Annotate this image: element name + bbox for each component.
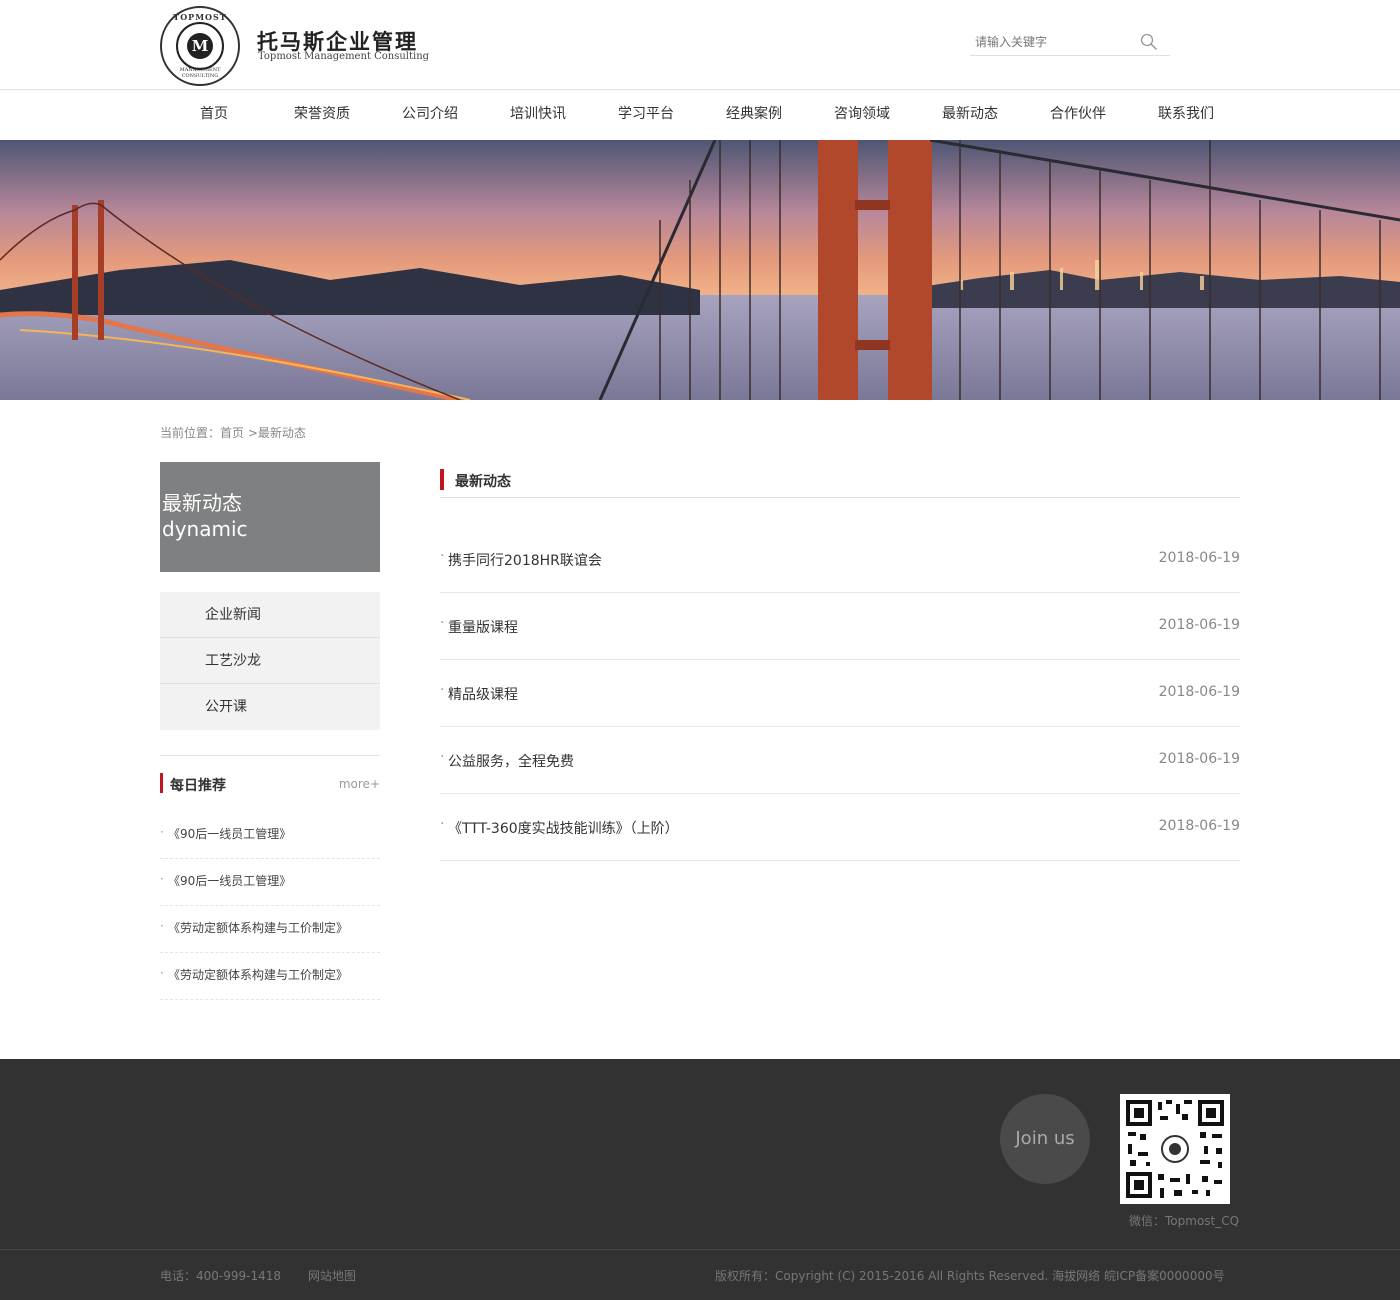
recommend-item[interactable]: 《劳动定额体系构建与工价制定》 (160, 951, 380, 1000)
search-icon[interactable] (1140, 33, 1158, 51)
sidebar-menu: 企业新闻 工艺沙龙 公开课 (160, 592, 380, 730)
footer-sitemap-link[interactable]: 网站地图 (308, 1267, 356, 1284)
site-footer: Join us 微信：Topmost_CQ 电话：400-999-1418 网站… (0, 1059, 1400, 1300)
search-input[interactable] (970, 30, 1130, 54)
bullet-icon: · (440, 816, 445, 832)
news-list: · 携手同行2018HR联谊会 2018-06-19 · 重量版课程 2018-06-19… (440, 526, 1240, 861)
news-item[interactable]: · 公益服务，全程免费 2018-06-19 (440, 727, 1240, 794)
recommend-accent-bar (160, 773, 163, 793)
search-box (970, 30, 1170, 56)
news-item[interactable]: · 《TTT-360度实战技能训练》（上阶） 2018-06-19 (440, 794, 1240, 861)
logo-seal-icon[interactable]: TOPMOST M MANAGEMENT CONSULTING (160, 6, 240, 86)
logo-subtitle: Topmost Management Consulting (258, 51, 430, 62)
seal-top-text: TOPMOST (173, 12, 227, 22)
news-title[interactable]: 携手同行2018HR联谊会 (448, 550, 602, 570)
recommend-item[interactable]: 《劳动定额体系构建与工价制定》 (160, 904, 380, 953)
bullet-icon: · (440, 682, 445, 698)
sidebar-menu-item[interactable]: 公开课 (160, 684, 380, 730)
news-title[interactable]: 重量版课程 (448, 617, 518, 637)
wechat-id: 微信：Topmost_CQ (1129, 1214, 1240, 1228)
nav-item[interactable]: 合作伙伴 (1024, 90, 1132, 140)
wechat-qr-code (1120, 1094, 1230, 1204)
nav-item[interactable]: 首页 (160, 90, 268, 140)
sidebar-title-cn: 最新动态 (162, 491, 242, 515)
nav-item[interactable]: 学习平台 (592, 90, 700, 140)
nav-item[interactable]: 经典案例 (700, 90, 808, 140)
bullet-icon: · (440, 749, 445, 765)
seal-letter: M (187, 33, 213, 59)
nav-item[interactable]: 最新动态 (916, 90, 1024, 140)
section-accent-bar (440, 469, 444, 490)
recommend-item[interactable]: 《90后一线员工管理》 (160, 857, 380, 906)
breadcrumb[interactable]: 当前位置：首页 >最新动态 (160, 424, 306, 441)
footer-divider (0, 1249, 1400, 1250)
news-title[interactable]: 精品级课程 (448, 684, 518, 704)
nav-item[interactable]: 咨询领域 (808, 90, 916, 140)
section-title: 最新动态 (455, 474, 511, 490)
nav-item[interactable]: 联系我们 (1132, 90, 1240, 140)
news-title[interactable]: 公益服务，全程免费 (448, 751, 574, 771)
news-date: 2018-06-19 (1158, 818, 1240, 834)
sidebar-menu-item[interactable]: 企业新闻 (160, 592, 380, 638)
site-header: TOPMOST M MANAGEMENT CONSULTING 托马斯企业管理 … (0, 0, 1400, 90)
bullet-icon: · (440, 615, 445, 631)
news-date: 2018-06-19 (1158, 617, 1240, 633)
news-item[interactable]: · 携手同行2018HR联谊会 2018-06-19 (440, 526, 1240, 593)
news-date: 2018-06-19 (1158, 684, 1240, 700)
sidebar-title-block: 最新动态 dynamic (160, 462, 380, 572)
seal-bottom-text: MANAGEMENT CONSULTING (179, 67, 221, 79)
footer-phone: 电话：400-999-1418 (160, 1269, 282, 1283)
news-item[interactable]: · 精品级课程 2018-06-19 (440, 660, 1240, 727)
news-title[interactable]: 《TTT-360度实战技能训练》（上阶） (448, 818, 679, 838)
footer-copyright: 版权所有：Copyright (C) 2015-2016 All Rights … (715, 1269, 1101, 1283)
recommend-item[interactable]: 《90后一线员工管理》 (160, 810, 380, 859)
nav-item[interactable]: 荣誉资质 (268, 90, 376, 140)
bullet-icon: · (440, 548, 445, 564)
join-us-button[interactable]: Join us (1000, 1094, 1090, 1184)
news-item[interactable]: · 重量版课程 2018-06-19 (440, 593, 1240, 660)
recommend-more-link[interactable]: more+ (339, 777, 380, 791)
nav-item[interactable]: 培训快讯 (484, 90, 592, 140)
recommend-title: 每日推荐 (170, 778, 226, 794)
nav-item[interactable]: 公司介绍 (376, 90, 484, 140)
sidebar-title-en: dynamic (162, 517, 248, 541)
news-date: 2018-06-19 (1158, 550, 1240, 566)
banner-image (0, 140, 1400, 400)
section-header: 最新动态 (440, 469, 1240, 498)
footer-icp[interactable]: 皖ICP备案0000000号 (1104, 1267, 1225, 1284)
news-date: 2018-06-19 (1158, 751, 1240, 767)
recommend-section: 每日推荐 more+ 《90后一线员工管理》《90后一线员工管理》《劳动定额体系… (160, 755, 380, 1000)
sidebar-menu-item[interactable]: 工艺沙龙 (160, 638, 380, 684)
main-nav: 首页 荣誉资质 公司介绍 培训快讯 学习平台 经典案例 咨询领域 最新动态 合作伙伴 联系我们 (0, 90, 1400, 140)
